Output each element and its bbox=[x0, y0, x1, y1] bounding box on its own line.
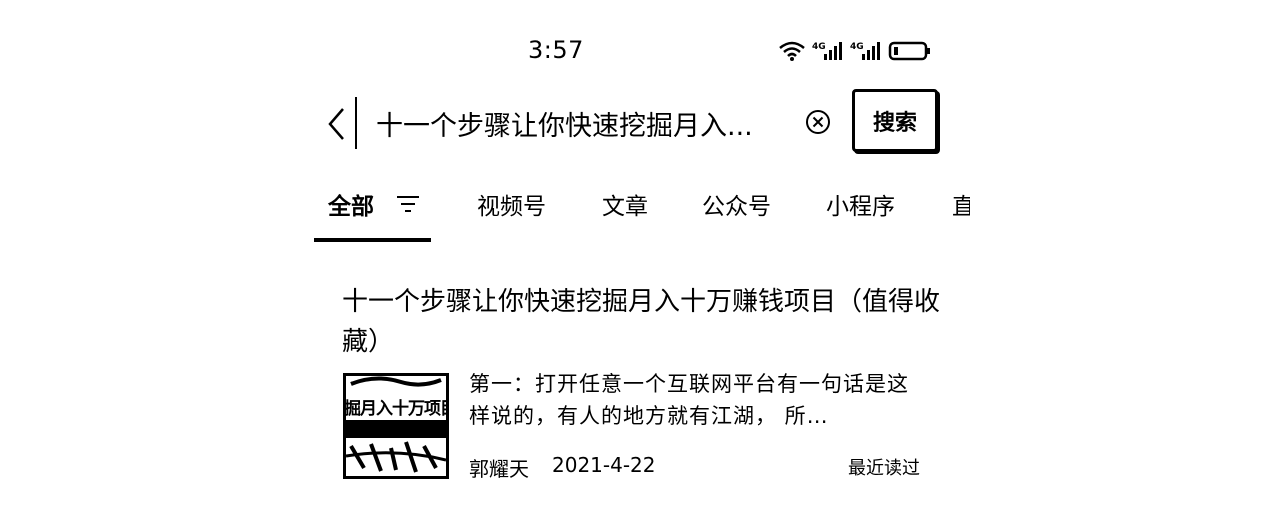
tab-official-accounts[interactable]: 公众号 bbox=[702, 187, 771, 221]
status-time: 3:57 bbox=[528, 36, 584, 64]
filter-button[interactable] bbox=[396, 193, 420, 219]
signal-icon: 4G bbox=[850, 42, 880, 60]
search-input[interactable]: 十一个步骤让你快速挖掘月入... bbox=[376, 104, 753, 143]
tab-articles[interactable]: 文章 bbox=[602, 187, 648, 221]
wifi-icon bbox=[779, 41, 805, 61]
tab-mini-programs[interactable]: 小程序 bbox=[826, 187, 895, 221]
tab-clip: 直 bbox=[946, 180, 970, 224]
thumbnail-text: 掘月入十万项目 bbox=[344, 399, 449, 419]
recently-read-label: 最近读过 bbox=[848, 458, 920, 479]
clear-button[interactable] bbox=[804, 108, 832, 136]
result-title[interactable]: 十一个步骤让你快速挖掘月入十万赚钱项目（值得收藏） bbox=[342, 282, 942, 362]
back-chevron-icon bbox=[328, 108, 344, 140]
result-snippet: 第一：打开任意一个互联网平台有一句话是这样说的，有人的地方就有江湖， 所… bbox=[469, 372, 909, 428]
result-author: 郭耀天 bbox=[469, 457, 529, 481]
clear-icon bbox=[806, 110, 830, 134]
result-date: 2021-4-22 bbox=[552, 453, 656, 477]
svg-text:4G: 4G bbox=[850, 42, 864, 52]
result-thumbnail[interactable]: 掘月入十万项目 bbox=[343, 373, 449, 479]
back-button[interactable] bbox=[322, 104, 352, 144]
tab-live[interactable]: 直 bbox=[952, 187, 970, 221]
signal-icon: 4G bbox=[812, 42, 842, 60]
svg-text:4G: 4G bbox=[812, 42, 826, 52]
status-icons: 4G 4G bbox=[778, 40, 932, 62]
battery-icon bbox=[888, 41, 930, 61]
tab-channels[interactable]: 视频号 bbox=[477, 187, 546, 221]
tab-all[interactable]: 全部 bbox=[328, 187, 374, 221]
tab-active-indicator bbox=[314, 238, 431, 242]
search-divider bbox=[355, 97, 357, 149]
search-button[interactable]: 搜索 bbox=[852, 89, 938, 152]
filter-icon bbox=[397, 196, 419, 212]
thumbnail-image-icon bbox=[346, 376, 446, 473]
